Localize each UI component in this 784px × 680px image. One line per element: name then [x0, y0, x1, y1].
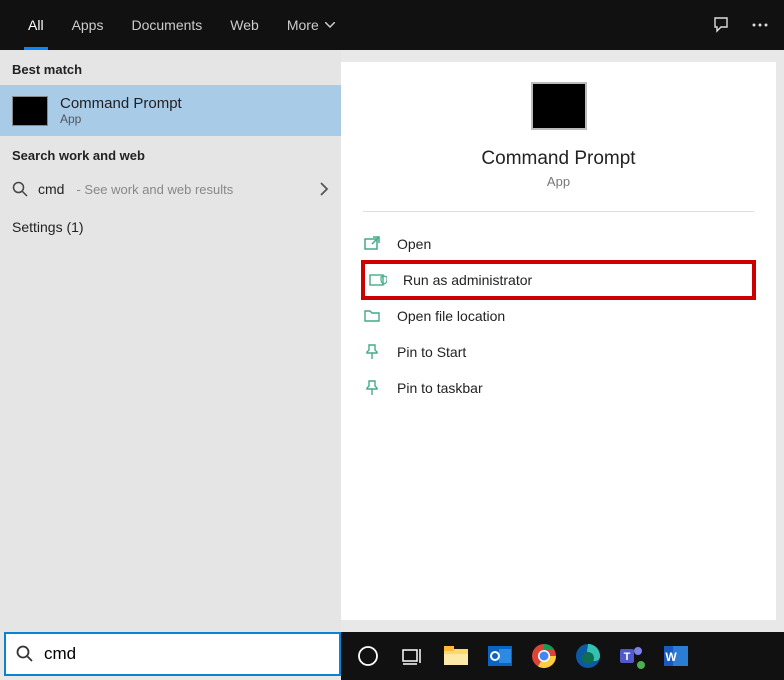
pin-start-icon: [363, 343, 381, 361]
best-match-result[interactable]: Command Prompt App: [0, 85, 341, 136]
action-label: Open file location: [397, 308, 505, 324]
file-explorer-icon[interactable]: [441, 641, 471, 671]
search-input[interactable]: [44, 644, 329, 664]
preview-pane: Command Prompt App Open Run as administr…: [341, 62, 776, 620]
outlook-icon[interactable]: [485, 641, 515, 671]
preview-title: Command Prompt: [481, 148, 635, 170]
action-open[interactable]: Open: [363, 226, 754, 262]
settings-category[interactable]: Settings (1): [0, 207, 341, 247]
preview-subtitle: App: [547, 174, 570, 189]
results-pane: Best match Command Prompt App Search wor…: [0, 50, 341, 632]
svg-text:T: T: [624, 651, 631, 663]
action-label: Run as administrator: [403, 272, 532, 288]
action-pin-to-taskbar[interactable]: Pin to taskbar: [363, 370, 754, 406]
command-prompt-icon: [12, 96, 48, 126]
search-term: cmd: [38, 181, 64, 197]
search-web-header: Search work and web: [0, 136, 341, 171]
action-label: Pin to Start: [397, 344, 466, 360]
edge-icon[interactable]: [573, 641, 603, 671]
pin-taskbar-icon: [363, 379, 381, 397]
chevron-right-icon: [319, 182, 329, 196]
feedback-icon[interactable]: [712, 15, 732, 35]
action-open-file-location[interactable]: Open file location: [363, 298, 754, 334]
search-web-result[interactable]: cmd - See work and web results: [0, 171, 341, 207]
search-icon: [16, 645, 34, 663]
action-pin-to-start[interactable]: Pin to Start: [363, 334, 754, 370]
tab-documents[interactable]: Documents: [117, 0, 216, 50]
action-label: Open: [397, 236, 431, 252]
open-icon: [363, 235, 381, 253]
teams-icon[interactable]: T: [617, 641, 647, 671]
tab-all[interactable]: All: [14, 0, 58, 50]
tab-apps[interactable]: Apps: [58, 0, 118, 50]
svg-text:W: W: [665, 650, 677, 664]
search-filter-tabs: All Apps Documents Web More: [0, 0, 784, 50]
cortana-icon[interactable]: [353, 641, 383, 671]
chevron-down-icon: [325, 22, 335, 28]
search-icon: [12, 181, 28, 197]
tab-web[interactable]: Web: [216, 0, 273, 50]
taskbar: T W: [341, 632, 784, 680]
task-view-icon[interactable]: [397, 641, 427, 671]
word-icon[interactable]: W: [661, 641, 691, 671]
action-run-as-administrator[interactable]: Run as administrator: [363, 262, 754, 298]
chrome-icon[interactable]: [529, 641, 559, 671]
folder-icon: [363, 307, 381, 325]
tab-more[interactable]: More: [273, 0, 349, 50]
shield-admin-icon: [369, 271, 387, 289]
more-options-icon[interactable]: [750, 15, 770, 35]
result-subtitle: App: [60, 112, 182, 126]
search-box[interactable]: [4, 632, 341, 676]
search-hint: - See work and web results: [76, 182, 233, 197]
action-label: Pin to taskbar: [397, 380, 483, 396]
result-title: Command Prompt: [60, 95, 182, 112]
best-match-header: Best match: [0, 50, 341, 85]
command-prompt-icon: [531, 82, 587, 130]
